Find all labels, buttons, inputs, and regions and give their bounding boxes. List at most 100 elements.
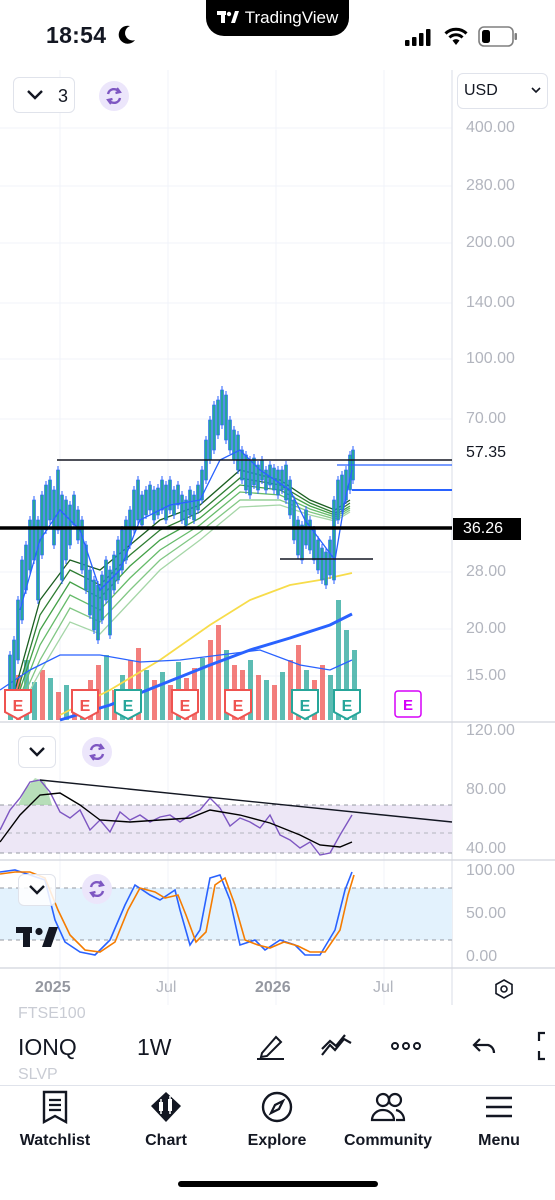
chart-settings-icon[interactable] [493,978,515,1000]
stoch-sync-button[interactable] [82,874,112,904]
earnings-badge[interactable]: E [333,689,361,721]
nav-community[interactable]: Community [333,1090,443,1150]
candle-body [172,489,176,516]
candle-body [332,499,336,581]
candle-body [248,459,252,496]
candle-body [288,479,292,516]
fullscreen-icon[interactable] [533,1031,555,1061]
candle-body [280,469,284,491]
candle-body [160,479,164,511]
svg-text:E: E [403,697,413,714]
menu-icon [486,1096,512,1118]
candle-body [328,539,332,576]
stoch-tick: 100.00 [466,862,515,879]
candle-body [268,464,272,486]
volume-bar [144,670,149,720]
earnings-badge[interactable]: E [4,689,32,721]
price-tick: 20.00 [466,620,507,637]
candle-body [208,419,212,461]
volume-bar [208,640,213,720]
symbol-ticker[interactable]: IONQ [18,1034,77,1061]
nav-watchlist[interactable]: Watchlist [0,1090,110,1150]
candle-body [220,389,224,426]
candle-body [164,484,168,521]
drawing-tools-icon[interactable] [254,1031,288,1061]
price-tick: 400.00 [466,119,515,136]
candle-body [140,494,144,526]
chevron-down-icon [29,885,45,895]
candle-body [240,449,244,481]
price-tick: 28.00 [466,563,507,580]
candle-body [228,419,232,451]
time-tick: 2026 [255,979,291,996]
currency-value: USD [464,82,498,99]
nav-label: Community [344,1132,432,1149]
candle-body [88,569,92,616]
sync-icon [89,880,105,898]
watchlist-next-symbol[interactable]: SLVP [18,1066,58,1084]
candle-body [336,479,340,521]
rsi-sync-button[interactable] [82,737,112,767]
candle-body [320,547,324,581]
volume-bar [264,680,269,720]
candle-body [92,579,96,631]
price-tick: 70.00 [466,410,507,427]
candle-body [212,404,216,451]
volume-bar [160,672,165,720]
candle-body [116,539,120,581]
candle-body [64,499,68,561]
candle-body [100,574,104,621]
nav-chart[interactable]: Chart [111,1090,221,1150]
candle-body [340,474,344,511]
earnings-badge[interactable]: E [291,689,319,721]
earnings-badge[interactable]: E [71,689,99,721]
stoch-tick: 0.00 [466,948,498,965]
nav-explore[interactable]: Explore [222,1090,332,1150]
candle-body [72,494,76,526]
indicators-icon[interactable] [320,1031,354,1061]
nav-menu[interactable]: Menu [444,1090,554,1150]
price-tick: 100.00 [466,350,515,367]
candle-body [292,499,296,541]
future-earnings-badge[interactable]: E [394,690,422,718]
price-tick: 200.00 [466,234,515,251]
nav-label: Watchlist [19,1132,91,1149]
earnings-badge-label: E [300,698,311,715]
candle-body [96,584,100,641]
volume-bar [48,678,53,720]
candle-body [224,394,228,441]
candle-body [316,539,320,571]
rsi-tick: 80.00 [466,781,507,798]
earnings-badge-label: E [233,698,244,715]
rsi-tick: 120.00 [466,722,515,739]
nav-label: Menu [478,1132,520,1149]
nav-label: Explore [247,1132,307,1149]
sync-button[interactable] [99,81,129,111]
compass-icon [261,1091,293,1123]
candle-body [8,654,12,691]
time-tick: 2025 [35,979,71,996]
volume-bar [328,675,333,720]
candle-body [20,559,24,621]
chevron-down-icon [29,747,45,757]
time-tick: Jul [373,979,394,996]
earnings-badge-label: E [123,698,134,715]
earnings-badge-label: E [80,698,91,715]
volume-bar [40,670,45,720]
more-icon[interactable] [389,1031,423,1061]
candle-body [136,479,140,521]
indicator-count: 3 [58,86,69,106]
interval-button[interactable]: 1W [137,1034,172,1061]
watchlist-prev-symbol[interactable]: FTSE100 [18,1005,86,1023]
earnings-badge[interactable]: E [224,689,252,721]
earnings-badge[interactable]: E [114,689,142,721]
earnings-badge[interactable]: E [171,689,199,721]
candle-body [104,559,108,601]
candle-body [216,399,220,436]
earnings-badge-label: E [13,698,24,715]
undo-icon[interactable] [470,1031,504,1061]
horizontal-line-price-label: 36.26 [453,518,521,540]
candle-body [60,494,64,581]
last-price-label: 57.35 [466,444,507,461]
chevron-down-icon [27,90,43,100]
